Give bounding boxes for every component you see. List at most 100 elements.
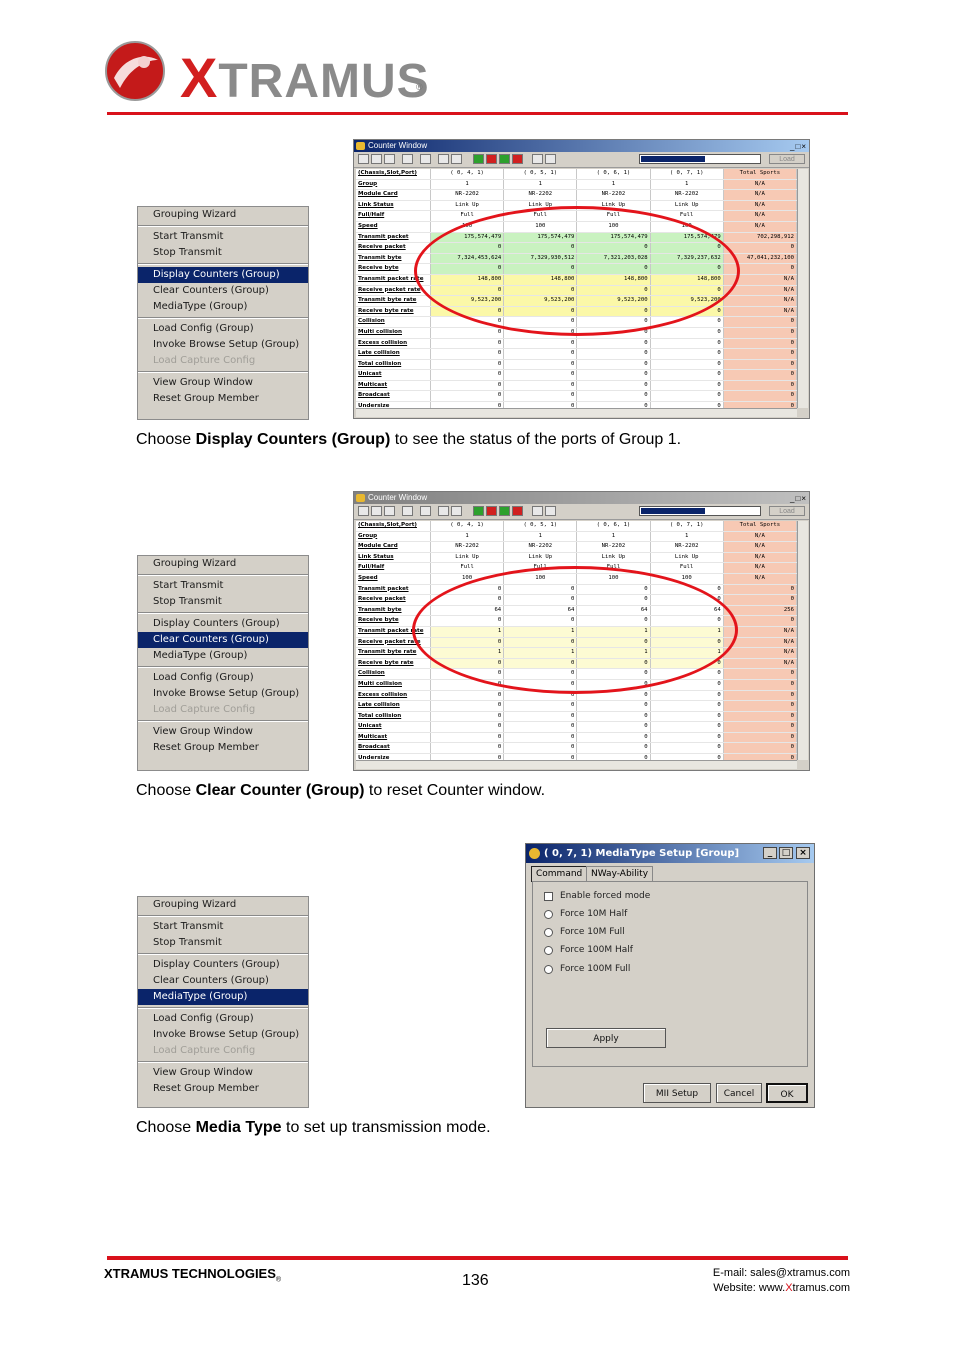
menu-item[interactable]: Start Transmit — [138, 919, 308, 935]
width-icon[interactable] — [532, 506, 543, 516]
group-icon[interactable] — [438, 154, 449, 164]
step-icon[interactable] — [499, 506, 510, 516]
counter-select-combo[interactable] — [639, 506, 761, 516]
load-button[interactable]: Load — [769, 154, 805, 164]
menu-item[interactable]: Stop Transmit — [138, 245, 308, 261]
ports-icon[interactable] — [451, 154, 462, 164]
table-row: Module Card NR-2202 NR-2202 NR-2202 NR-2202 N… — [356, 189, 797, 201]
group-icon[interactable] — [438, 506, 449, 516]
menu-item[interactable]: Load Config (Group) — [138, 321, 308, 337]
menu-item[interactable]: MediaType (Group) — [138, 299, 308, 315]
apply-button[interactable]: Apply — [546, 1028, 666, 1048]
maximize-button[interactable]: □ — [779, 847, 793, 859]
vertical-scrollbar[interactable] — [797, 169, 808, 408]
radio-force-10m-full[interactable] — [544, 928, 553, 937]
cell: 1 — [430, 179, 505, 191]
menu-item[interactable]: Grouping Wizard — [138, 207, 308, 223]
stop-icon[interactable] — [486, 506, 497, 516]
menu-item[interactable]: Start Transmit — [138, 229, 308, 245]
caption-media-type: Choose Media Type to set up transmission… — [136, 1119, 491, 1136]
table-row: Module Card NR-2202 NR-2202 NR-2202 NR-2202 N… — [356, 541, 797, 553]
menu-item[interactable]: Display Counters (Group) — [138, 267, 308, 283]
cell: 1 — [503, 531, 578, 543]
menu-item[interactable]: Display Counters (Group) — [138, 957, 308, 973]
start-icon[interactable] — [473, 154, 484, 164]
chart-icon[interactable] — [384, 154, 395, 164]
clear-icon[interactable] — [512, 154, 523, 164]
menu-item[interactable]: Invoke Browse Setup (Group) — [138, 337, 308, 353]
ok-button[interactable]: OK — [766, 1083, 808, 1103]
vertical-scrollbar[interactable] — [797, 521, 808, 760]
app-icon — [356, 494, 365, 502]
cell: Full — [650, 562, 724, 574]
chart-icon[interactable] — [384, 506, 395, 516]
menu-item[interactable]: Reset Group Member — [138, 391, 308, 407]
counter-select-combo[interactable] — [639, 154, 761, 164]
menu-item[interactable]: MediaType (Group) — [138, 989, 308, 1005]
menu-item[interactable]: Start Transmit — [138, 578, 308, 594]
load-button[interactable]: Load — [769, 506, 805, 516]
footer-email[interactable]: E-mail: sales@xtramus.com — [640, 1266, 850, 1281]
mii-setup-button[interactable]: MII Setup — [643, 1083, 711, 1103]
cancel-button[interactable]: Cancel — [716, 1083, 762, 1103]
radio-force-100m-full[interactable] — [544, 965, 553, 974]
open-icon[interactable] — [358, 506, 369, 516]
cell: N/A — [723, 573, 797, 585]
cell: 0 — [723, 316, 797, 328]
cell: 0 — [430, 327, 505, 339]
menu-item[interactable]: View Group Window — [138, 375, 308, 391]
cell: 0 — [650, 700, 724, 712]
tab-command[interactable]: Command — [531, 866, 588, 882]
menu-item[interactable]: Invoke Browse Setup (Group) — [138, 686, 308, 702]
radio-force-100m-half[interactable] — [544, 946, 553, 955]
cell: 0 — [576, 369, 651, 381]
menu-item[interactable]: Grouping Wizard — [138, 897, 308, 913]
menu-item[interactable]: Reset Group Member — [138, 1081, 308, 1097]
menu-item[interactable]: Reset Group Member — [138, 740, 308, 756]
config-icon[interactable] — [420, 154, 431, 164]
cell: 0 — [723, 380, 797, 392]
save-icon[interactable] — [371, 506, 382, 516]
close-button[interactable]: × — [796, 847, 810, 859]
height-icon[interactable] — [545, 506, 556, 516]
config-icon[interactable] — [420, 506, 431, 516]
enable-forced-mode-checkbox[interactable] — [544, 892, 553, 901]
radio-force-10m-half[interactable] — [544, 910, 553, 919]
save-icon[interactable] — [371, 154, 382, 164]
horizontal-scrollbar[interactable] — [356, 760, 797, 769]
open-icon[interactable] — [358, 154, 369, 164]
row-label: Total collision — [356, 359, 431, 371]
menu-item[interactable]: Load Config (Group) — [138, 1011, 308, 1027]
width-icon[interactable] — [532, 154, 543, 164]
menu-item[interactable]: Clear Counters (Group) — [138, 283, 308, 299]
cell: 0 — [723, 742, 797, 755]
start-icon[interactable] — [473, 506, 484, 516]
footer-website[interactable]: Website: www.Xtramus.com — [640, 1281, 850, 1296]
ports-icon[interactable] — [451, 506, 462, 516]
horizontal-scrollbar[interactable] — [356, 408, 797, 417]
minimize-button[interactable]: _ — [763, 847, 777, 859]
height-icon[interactable] — [545, 154, 556, 164]
counter-window-titlebar: Counter Window _□× — [354, 492, 809, 504]
menu-item[interactable]: Stop Transmit — [138, 594, 308, 610]
cell: NR-2202 — [503, 189, 578, 201]
step-icon[interactable] — [499, 154, 510, 164]
text-icon[interactable] — [402, 154, 413, 164]
menu-item[interactable]: Display Counters (Group) — [138, 616, 308, 632]
menu-item[interactable]: Clear Counters (Group) — [138, 973, 308, 989]
menu-item[interactable]: View Group Window — [138, 1065, 308, 1081]
menu-item[interactable]: Load Config (Group) — [138, 670, 308, 686]
text-icon[interactable] — [402, 506, 413, 516]
cell: 0 — [430, 690, 505, 702]
menu-item[interactable]: Clear Counters (Group) — [138, 632, 308, 648]
menu-item[interactable]: Invoke Browse Setup (Group) — [138, 1027, 308, 1043]
menu-item[interactable]: View Group Window — [138, 724, 308, 740]
tab-nway-ability[interactable]: NWay-Ability — [586, 866, 654, 882]
menu-item[interactable]: Grouping Wizard — [138, 556, 308, 572]
menu-item[interactable]: Stop Transmit — [138, 935, 308, 951]
menu-separator — [138, 317, 308, 319]
header-divider — [107, 112, 848, 115]
stop-icon[interactable] — [486, 154, 497, 164]
menu-item[interactable]: MediaType (Group) — [138, 648, 308, 664]
clear-icon[interactable] — [512, 506, 523, 516]
